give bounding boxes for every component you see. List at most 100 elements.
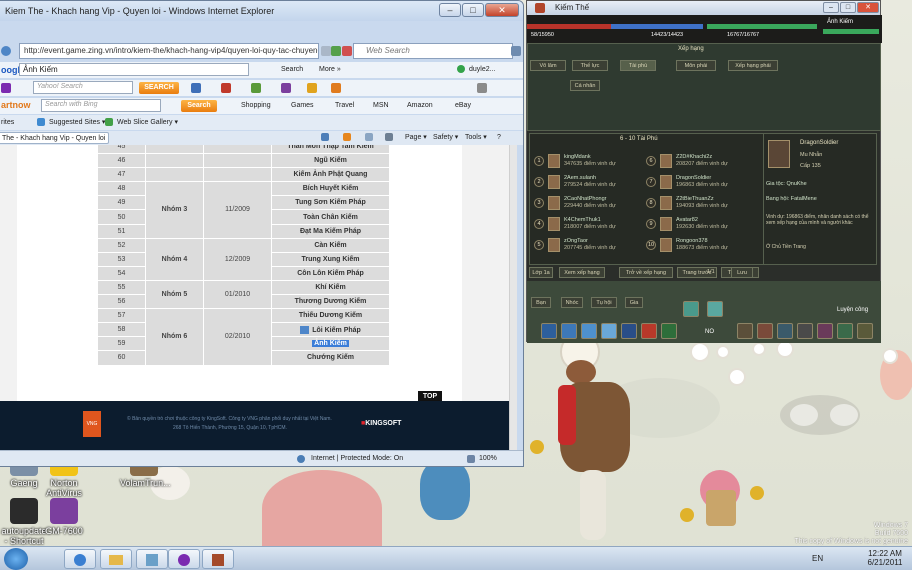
web-slice-link[interactable]: Web Slice Gallery ▾: [113, 117, 182, 129]
taskbar-ie[interactable]: [64, 549, 96, 569]
tab-tai-phu[interactable]: Tài phú: [620, 60, 656, 71]
item-slot-icon[interactable]: [737, 323, 753, 339]
google-query-input[interactable]: Ảnh Kiếm: [19, 63, 249, 76]
subtab-ca-nhan[interactable]: Cá nhân: [570, 80, 600, 91]
favorites-label[interactable]: rites: [0, 117, 18, 129]
skill-slot-icon[interactable]: [541, 323, 557, 339]
skill-slot-icon[interactable]: [683, 301, 699, 317]
print-icon[interactable]: [385, 133, 393, 141]
chat-tab-gia[interactable]: Gia: [625, 297, 643, 308]
chat-tab-nhoc[interactable]: Nhóc: [561, 297, 583, 308]
start-button[interactable]: [4, 548, 28, 570]
google-user[interactable]: duyle2...: [465, 64, 499, 76]
rank-row[interactable]: 2 2Aem.sulanh 279524 điểm vinh dự: [534, 175, 644, 189]
answers-icon[interactable]: [331, 83, 341, 93]
skill-slot-icon[interactable]: [581, 323, 597, 339]
google-search-button[interactable]: Search: [277, 64, 307, 76]
web-search-input[interactable]: Web Search: [353, 43, 513, 59]
taskbar-yahoo[interactable]: [168, 549, 200, 569]
rank-row[interactable]: 9 Avatar82 192630 điểm vinh dự: [646, 217, 756, 231]
rank-row[interactable]: 3 2CaoNhatPhongr 229440 điểm vinh dự: [534, 196, 644, 210]
back-ranking-button[interactable]: Trở về xếp hạng: [619, 267, 673, 278]
filter-lop[interactable]: Lớp 1a: [529, 267, 553, 278]
rank-row[interactable]: 4 K4ChemThuk1 218007 điểm vinh dự: [534, 217, 644, 231]
dropdown-icon[interactable]: [321, 46, 331, 56]
link-msn[interactable]: MSN: [369, 100, 393, 112]
taskbar-game[interactable]: [202, 549, 234, 569]
bing-search-button[interactable]: Search: [181, 100, 217, 112]
mail-icon[interactable]: [191, 83, 201, 93]
skill-slot-icon[interactable]: [707, 301, 723, 317]
desktop-icon-gm[interactable]: GM-7600: [40, 498, 88, 536]
language-indicator[interactable]: EN: [812, 554, 823, 563]
vertical-scrollbar[interactable]: [509, 145, 517, 450]
stop-icon[interactable]: [342, 46, 352, 56]
feeds-icon[interactable]: [343, 133, 351, 141]
link-travel[interactable]: Travel: [331, 100, 358, 112]
rank-row[interactable]: 5 zOngTaor 207745 điểm vinh dự: [534, 238, 644, 252]
skill-slot-icon[interactable]: [661, 323, 677, 339]
minimize-button[interactable]: –: [439, 3, 461, 17]
link-shopping[interactable]: Shopping: [237, 100, 275, 112]
suggested-sites-link[interactable]: Suggested Sites ▾: [45, 117, 109, 129]
back-icon[interactable]: [1, 46, 11, 56]
link-games[interactable]: Games: [287, 100, 318, 112]
bing-search-input[interactable]: Search with Bing: [41, 99, 161, 112]
tab-the-luc[interactable]: Thế lực: [572, 60, 608, 71]
calendar-icon[interactable]: [251, 83, 261, 93]
yahoo-news-icon[interactable]: [221, 83, 231, 93]
close-button[interactable]: ✕: [485, 3, 519, 17]
search-icon[interactable]: [511, 46, 521, 56]
skill-slot-icon[interactable]: [561, 323, 577, 339]
ie-context-icon[interactable]: [300, 325, 310, 334]
taskbar-media[interactable]: [136, 549, 168, 569]
home-icon[interactable]: [321, 133, 329, 141]
yahoo-search-input[interactable]: Yahoo! Search: [33, 81, 133, 94]
item-slot-icon[interactable]: [757, 323, 773, 339]
tools-menu[interactable]: Tools ▾: [461, 132, 491, 144]
toolbar-settings-icon[interactable]: [477, 83, 487, 93]
game-close-button[interactable]: ✕: [857, 2, 879, 13]
taskbar-explorer[interactable]: [100, 549, 132, 569]
security-zone[interactable]: Internet | Protected Mode: On: [307, 453, 407, 465]
zoom-level[interactable]: 100%: [475, 453, 501, 465]
music-icon[interactable]: [281, 83, 291, 93]
tab-mon-phai[interactable]: Môn phái: [676, 60, 716, 71]
page-menu[interactable]: Page ▾: [401, 132, 431, 144]
rank-row[interactable]: 1 kingMdank 347635 điểm vinh dự: [534, 154, 644, 168]
refresh-icon[interactable]: [331, 46, 341, 56]
save-button[interactable]: Lưu: [731, 267, 753, 278]
rank-row[interactable]: 10 Rongoon378 188673 điểm vinh dự: [646, 238, 756, 252]
games-icon[interactable]: [307, 83, 317, 93]
safety-menu[interactable]: Safety ▾: [429, 132, 462, 144]
address-input[interactable]: http://event.game.zing.vn/intro/kiem-the…: [19, 43, 319, 59]
chat-tab-tu-hoi[interactable]: Tụ hội: [591, 297, 617, 308]
game-minimize-button[interactable]: –: [823, 2, 839, 13]
yahoo-search-button[interactable]: SEARCH: [139, 82, 179, 94]
skill-slot-icon[interactable]: [641, 323, 657, 339]
rank-row[interactable]: 7 DragonSoldier 196863 điểm vinh dự: [646, 175, 756, 189]
item-slot-icon[interactable]: [797, 323, 813, 339]
rank-row[interactable]: 8 Z2tBieThuanZz 194093 điểm vinh dự: [646, 196, 756, 210]
item-slot-icon[interactable]: [857, 323, 873, 339]
skill-slot-icon[interactable]: [601, 323, 617, 339]
read-mail-icon[interactable]: [365, 133, 373, 141]
tab-active[interactable]: The - Khach hang Vip - Quyen loi: [0, 132, 109, 144]
tray-clock[interactable]: 12:22 AM 6/21/2011: [862, 549, 908, 567]
link-amazon[interactable]: Amazon: [403, 100, 437, 112]
rank-row[interactable]: 6 Z2D#Khachi2z 208207 điểm vinh dự: [646, 154, 756, 168]
maximize-button[interactable]: □: [462, 3, 484, 17]
tab-xep-hang-phai[interactable]: Xếp hạng phái: [728, 60, 778, 71]
help-menu[interactable]: ?: [493, 132, 505, 144]
game-maximize-button[interactable]: □: [840, 2, 856, 13]
google-more-button[interactable]: More »: [315, 64, 345, 76]
item-slot-icon[interactable]: [817, 323, 833, 339]
tab-vo-lam[interactable]: Võ lâm: [530, 60, 566, 71]
skill-slot-icon[interactable]: [621, 323, 637, 339]
item-slot-icon[interactable]: [837, 323, 853, 339]
item-slot-icon[interactable]: [777, 323, 793, 339]
chat-tab-ban[interactable]: Bạn: [531, 297, 551, 308]
view-ranking-button[interactable]: Xem xếp hạng: [559, 267, 605, 278]
link-ebay[interactable]: eBay: [451, 100, 475, 112]
train-label[interactable]: Luyện công: [837, 307, 868, 313]
